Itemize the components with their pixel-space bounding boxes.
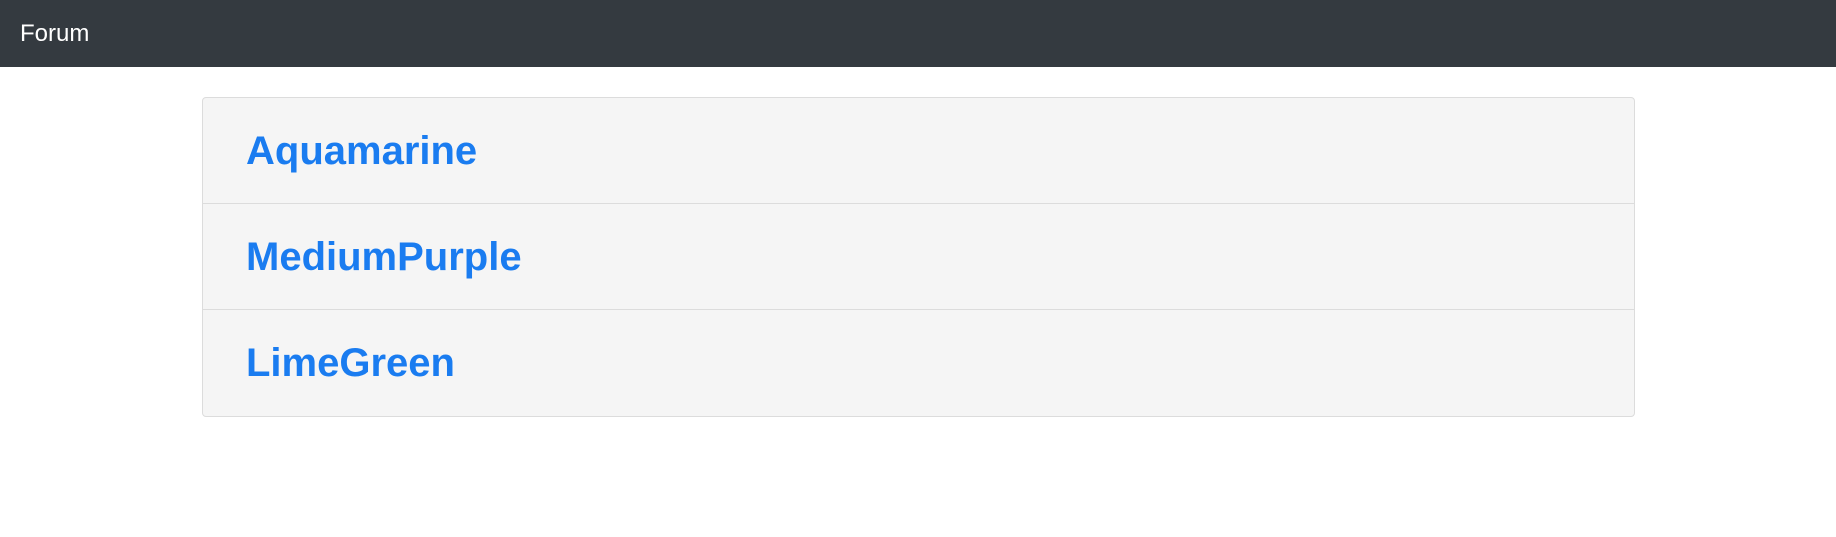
forum-list-item[interactable]: Aquamarine — [203, 98, 1634, 204]
forum-list-item[interactable]: LimeGreen — [203, 310, 1634, 416]
forum-link-mediumpurple[interactable]: MediumPurple — [246, 237, 522, 277]
forum-list-item[interactable]: MediumPurple — [203, 204, 1634, 310]
forum-link-limegreen[interactable]: LimeGreen — [246, 343, 455, 383]
forum-link-aquamarine[interactable]: Aquamarine — [246, 131, 477, 171]
top-navbar: Forum — [0, 0, 1836, 67]
forum-list: Aquamarine MediumPurple LimeGreen — [202, 97, 1635, 417]
brand-link[interactable]: Forum — [20, 21, 89, 46]
